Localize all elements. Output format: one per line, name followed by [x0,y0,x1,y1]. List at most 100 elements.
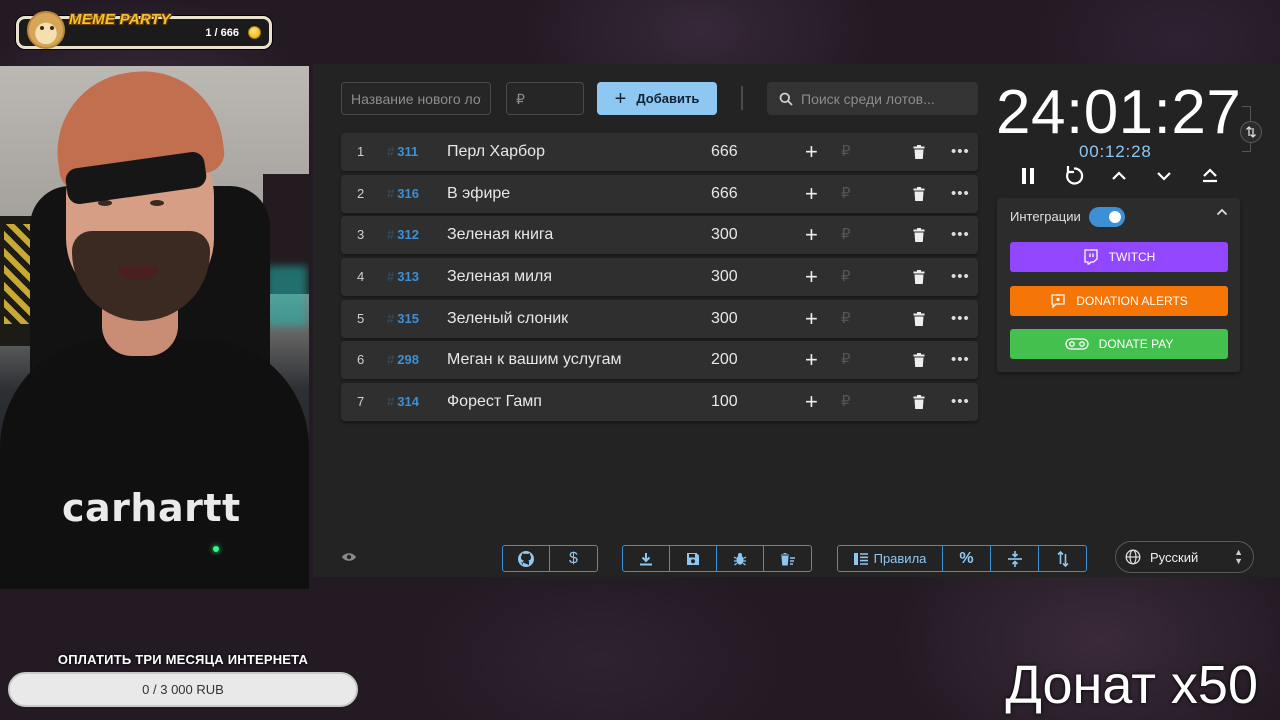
lot-row[interactable]: 3 #312 Зеленая книга 300 + ₽ ••• [341,216,978,255]
save-button[interactable] [670,546,717,571]
donate-dollar-button[interactable]: $ [550,546,597,571]
more-options-button[interactable]: ••• [951,216,970,254]
swap-timer-button[interactable] [1240,121,1262,143]
compress-button[interactable] [991,546,1039,571]
lot-id[interactable]: #314 [387,383,419,421]
lot-id[interactable]: #315 [387,300,419,338]
chevron-up-icon[interactable] [1216,208,1228,216]
lot-price-input[interactable] [506,82,584,115]
rub-amount-input[interactable]: ₽ [841,175,851,213]
add-amount-button[interactable]: + [805,175,818,213]
lot-number: 4 [357,269,365,285]
lot-id-value: 313 [397,269,419,285]
lot-id[interactable]: #313 [387,258,419,296]
add-amount-button[interactable]: + [805,341,818,379]
language-select[interactable]: Русский ▲ ▼ [1115,541,1254,573]
globe-icon [1125,549,1141,565]
trash-icon[interactable] [913,353,925,368]
add-amount-button[interactable]: + [805,258,818,296]
trash-icon[interactable] [913,311,925,326]
lot-row[interactable]: 4 #313 Зеленая миля 300 + ₽ ••• [341,258,978,297]
doge-icon [27,11,65,49]
donation-alerts-button[interactable]: DONATION ALERTS [1010,286,1228,316]
shirt-brand-text: carhartt [62,486,241,530]
more-options-button[interactable]: ••• [951,341,970,379]
lot-id-value: 298 [397,352,419,368]
lot-name-input[interactable] [341,82,491,115]
lot-name[interactable]: В эфире [447,175,510,213]
more-options-button[interactable]: ••• [951,300,970,338]
rules-button[interactable]: Правила [838,546,943,571]
more-options-button[interactable]: ••• [951,258,970,296]
lot-row[interactable]: 7 #314 Форест Гамп 100 + ₽ ••• [341,383,978,422]
lot-amount[interactable]: 200 [711,341,738,379]
more-options-button[interactable]: ••• [951,175,970,213]
lot-search[interactable] [767,82,978,115]
search-input[interactable] [801,90,971,107]
add-amount-button[interactable]: + [805,133,818,171]
rub-amount-input[interactable]: ₽ [841,383,851,421]
double-time-button[interactable] [1197,163,1223,189]
lot-name[interactable]: Зеленый слоник [447,300,568,338]
lot-name[interactable]: Меган к вашим услугам [447,341,622,379]
lot-id[interactable]: #316 [387,175,419,213]
lots-list: 1 #311 Перл Харбор 666 + ₽ ••• 2 #316 В … [341,133,978,425]
lot-row[interactable]: 2 #316 В эфире 666 + ₽ ••• [341,174,978,213]
rub-amount-input[interactable]: ₽ [841,341,851,379]
percent-button[interactable]: % [943,546,991,571]
donate-pay-button[interactable]: DONATE PAY [1010,329,1228,359]
lot-id[interactable]: #311 [387,133,418,171]
webcam-person-body [0,338,309,589]
pause-button[interactable] [1015,163,1041,189]
lot-amount[interactable]: 100 [711,383,738,421]
add-amount-button[interactable]: + [805,216,818,254]
clear-lots-button[interactable] [764,546,811,571]
lot-name[interactable]: Форест Гамп [447,383,542,421]
swap-vertical-icon [1246,126,1256,138]
twitch-icon [1084,249,1098,265]
lot-amount[interactable]: 300 [711,216,738,254]
add-amount-button[interactable]: + [805,300,818,338]
lot-id[interactable]: #312 [387,216,419,254]
sort-button[interactable] [1039,546,1086,571]
lot-amount[interactable]: 666 [711,133,738,171]
add-time-button[interactable] [1106,163,1132,189]
goal-progress-text: 0 / 3 000 RUB [142,682,224,697]
toolbar-divider [741,86,743,110]
search-icon [779,92,793,106]
lot-name[interactable]: Зеленая миля [447,258,552,296]
trash-icon[interactable] [913,186,925,201]
rub-amount-input[interactable]: ₽ [841,133,851,171]
lot-amount[interactable]: 300 [711,258,738,296]
more-options-button[interactable]: ••• [951,133,970,171]
lot-name[interactable]: Перл Харбор [447,133,545,171]
lot-row[interactable]: 1 #311 Перл Харбор 666 + ₽ ••• [341,133,978,171]
reset-timer-button[interactable] [1061,163,1087,189]
trash-icon[interactable] [913,270,925,285]
goal-title: ОПЛАТИТЬ ТРИ МЕСЯЦА ИНТЕРНЕТА [57,652,309,667]
lot-amount[interactable]: 666 [711,175,738,213]
subtract-time-button[interactable] [1151,163,1177,189]
lot-row[interactable]: 6 #298 Меган к вашим услугам 200 + ₽ ••• [341,341,978,380]
eye-icon[interactable] [341,551,357,563]
bug-report-button[interactable] [717,546,764,571]
trash-icon[interactable] [913,228,925,243]
more-options-button[interactable]: ••• [951,383,970,421]
trash-icon[interactable] [913,145,925,159]
lot-amount[interactable]: 300 [711,300,738,338]
github-button[interactable] [503,546,550,571]
donation-alerts-icon [1051,294,1065,309]
rub-amount-input[interactable]: ₽ [841,258,851,296]
twitch-button[interactable]: TWITCH [1010,242,1228,272]
lot-name[interactable]: Зеленая книга [447,216,553,254]
pause-icon [1022,168,1034,184]
download-button[interactable] [623,546,670,571]
integrations-toggle[interactable] [1089,207,1125,227]
lot-id[interactable]: #298 [387,341,419,379]
rub-amount-input[interactable]: ₽ [841,216,851,254]
add-amount-button[interactable]: + [805,383,818,421]
trash-icon[interactable] [913,395,925,410]
rub-amount-input[interactable]: ₽ [841,300,851,338]
lot-row[interactable]: 5 #315 Зеленый слоник 300 + ₽ ••• [341,299,978,338]
add-lot-button[interactable]: + Добавить [597,82,717,115]
